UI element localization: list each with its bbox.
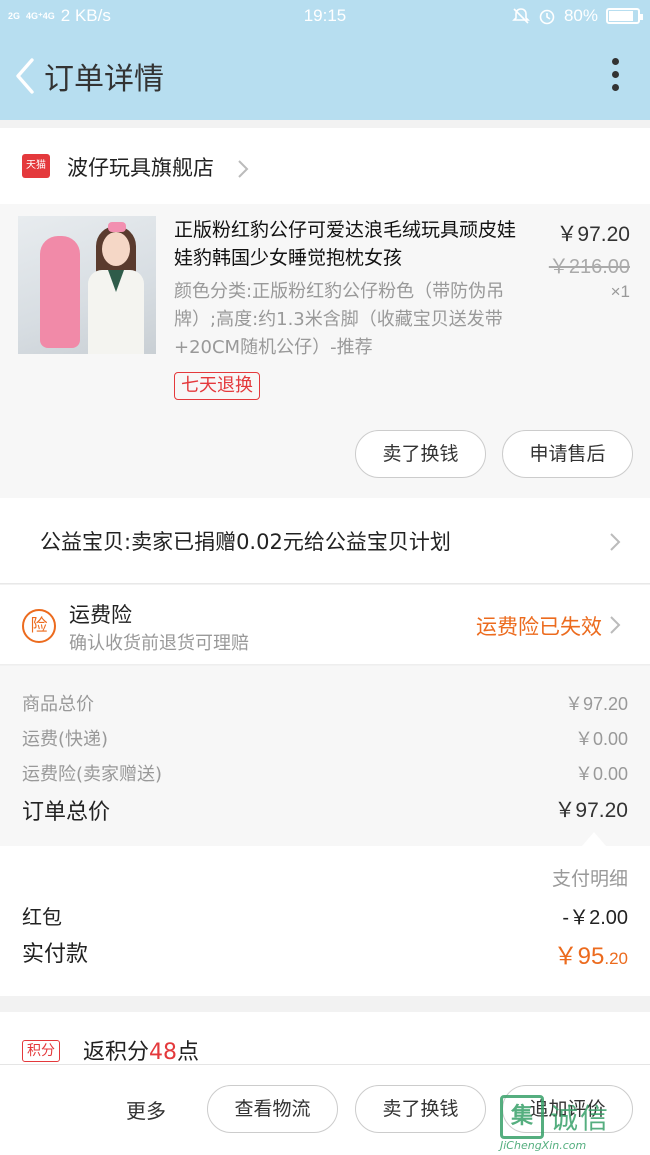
store-name: 波仔玩具旗舰店 <box>67 156 214 180</box>
sell-for-cash-button[interactable]: 卖了换钱 <box>355 1085 486 1133</box>
paid-amount-row: 实付款 ￥95.20 <box>22 936 628 970</box>
red-packet-label: 红包 <box>22 905 62 929</box>
paid-amount-label: 实付款 <box>22 942 89 967</box>
insurance-fee-row: 运费险(卖家赠送) ￥0.00 <box>22 760 628 786</box>
product-title: 正版粉红豹公仔可爱达浪毛绒玩具顽皮娃娃豹韩国少女睡觉抱枕女孩 <box>174 219 517 269</box>
page-title: 订单详情 <box>44 62 164 97</box>
insurance-subtitle: 确认收货前退货可理赔 <box>69 633 249 654</box>
more-button[interactable]: 更多 <box>126 1095 166 1124</box>
alarm-icon <box>539 9 555 25</box>
payment-detail-pointer <box>582 832 606 846</box>
order-total-value: ￥97.20 <box>554 799 628 822</box>
payment-detail: 支付明细 红包 -￥2.00 实付款 ￥95.20 <box>0 846 650 996</box>
insurance-fee-value: ￥0.00 <box>574 764 628 784</box>
shipping-fee-row: 运费(快递) ￥0.00 <box>22 725 628 751</box>
order-total-label: 订单总价 <box>22 800 111 825</box>
bottom-action-bar: 更多 查看物流 卖了换钱 追加评价 集 诚信 JiChengXin.com <box>0 1064 650 1155</box>
charity-row[interactable]: 公益宝贝:卖家已捐赠0.02元给公益宝贝计划 <box>0 498 650 584</box>
insurance-title: 运费险 <box>69 603 132 627</box>
shipping-insurance-row[interactable]: 险 运费险 确认收货前退货可理赔 运费险已失效 <box>0 585 650 665</box>
charity-text: 公益宝贝:卖家已捐赠0.02元给公益宝贝计划 <box>40 530 451 554</box>
paid-amount-value: ￥95.20 <box>553 943 628 970</box>
order-total-row: 订单总价 ￥97.20 <box>22 794 628 826</box>
shipping-fee-label: 运费(快递) <box>22 729 109 750</box>
after-sale-button[interactable]: 申请售后 <box>502 430 633 478</box>
insurance-fee-label: 运费险(卖家赠送) <box>22 764 163 785</box>
status-bar: 2G 4G⁺4G 2 KB/s 19:15 80% <box>0 0 650 34</box>
product-thumbnail[interactable] <box>18 216 156 354</box>
red-packet-value: -￥2.00 <box>562 907 628 929</box>
seven-day-return-tag: 七天退换 <box>174 372 260 400</box>
red-packet-row: 红包 -￥2.00 <box>22 901 628 930</box>
goods-total-label: 商品总价 <box>22 694 94 715</box>
payment-detail-label: 支付明细 <box>551 868 628 890</box>
points-tag: 积分 <box>22 1040 60 1062</box>
tmall-logo-icon: 天猫 <box>22 154 50 178</box>
battery-percent: 80% <box>563 6 598 25</box>
site-watermark: 集 诚信 JiChengXin.com <box>500 1095 648 1152</box>
view-logistics-button[interactable]: 查看物流 <box>207 1085 338 1133</box>
header: 订单详情 <box>0 34 650 120</box>
product-quantity: ×1 <box>610 282 630 301</box>
insurance-status: 运费险已失效 <box>476 615 602 639</box>
store-row[interactable]: 天猫 波仔玩具旗舰店 <box>0 128 650 204</box>
insurance-icon: 险 <box>22 609 56 643</box>
points-row: 积分 返积分48点 <box>0 1012 650 1065</box>
chevron-right-icon <box>610 533 621 551</box>
mute-icon <box>512 8 530 24</box>
back-arrow-icon[interactable] <box>12 54 42 98</box>
points-text: 返积分48点 <box>83 1040 200 1065</box>
sell-for-cash-button[interactable]: 卖了换钱 <box>355 430 486 478</box>
more-menu-icon[interactable] <box>610 58 620 98</box>
price-summary: 商品总价 ￥97.20 运费(快递) ￥0.00 运费险(卖家赠送) ￥0.00… <box>0 666 650 846</box>
shipping-fee-value: ￥0.00 <box>574 729 628 749</box>
product-price: ￥97.20 <box>556 223 630 246</box>
order-item[interactable]: 正版粉红豹公仔可爱达浪毛绒玩具顽皮娃娃豹韩国少女睡觉抱枕女孩 颜色分类:正版粉红… <box>0 204 650 498</box>
goods-total-value: ￥97.20 <box>564 694 628 714</box>
product-original-price: ￥216.00 <box>548 256 630 278</box>
battery-icon <box>606 8 643 24</box>
product-attributes: 颜色分类:正版粉红豹公仔粉色（带防伪吊牌）;高度:约1.3米含脚（收藏宝贝送发带… <box>174 281 505 358</box>
chevron-right-icon <box>238 160 249 178</box>
chevron-right-icon <box>610 616 621 634</box>
goods-total-row: 商品总价 ￥97.20 <box>22 690 628 716</box>
